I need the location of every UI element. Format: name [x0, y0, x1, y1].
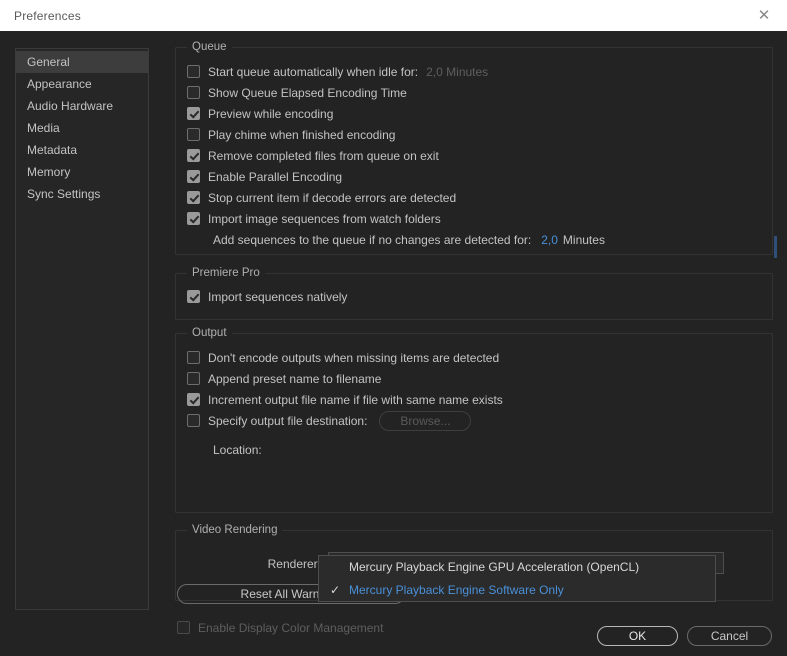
dropdown-option-gpu-acceleration[interactable]: Mercury Playback Engine GPU Acceleration…: [319, 556, 715, 579]
video-rendering-group-label: Video Rendering: [187, 524, 283, 536]
idle-minutes-value[interactable]: 2,0 Minutes: [426, 65, 488, 79]
browse-button[interactable]: Browse...: [379, 410, 472, 431]
window-title: Preferences: [14, 8, 81, 23]
checkbox-label: Preview while encoding: [208, 106, 334, 121]
checkbox-icon[interactable]: [187, 107, 200, 120]
checkbox-label: Increment output file name if file with …: [208, 392, 503, 407]
checkbox-icon[interactable]: [187, 351, 200, 364]
checkbox-label: Enable Parallel Encoding: [208, 169, 343, 184]
checkbox-icon[interactable]: [187, 65, 200, 78]
sidebar-item-label: Sync Settings: [27, 187, 101, 201]
sidebar-item-memory[interactable]: Memory: [16, 161, 148, 183]
checkbox-row-preview-while-encoding[interactable]: Preview while encoding: [187, 103, 605, 124]
premiere-pro-group: Premiere Pro Import sequences natively: [175, 267, 773, 320]
checkbox-icon[interactable]: [187, 393, 200, 406]
checkbox-label: Import image sequences from watch folder…: [208, 211, 441, 226]
renderer-dropdown-menu[interactable]: Mercury Playback Engine GPU Acceleration…: [318, 555, 716, 602]
checkbox-label: Enable Display Color Management: [198, 620, 384, 635]
idle-minutes-unit: Minutes: [446, 64, 489, 79]
checkbox-row-enable-display-color-management[interactable]: Enable Display Color Management: [177, 617, 383, 638]
checkbox-label: Don't encode outputs when missing items …: [208, 350, 500, 365]
sidebar-item-metadata[interactable]: Metadata: [16, 139, 148, 161]
add-sequences-delay-label: Add sequences to the queue if no changes…: [213, 232, 532, 247]
checkbox-icon[interactable]: [187, 290, 200, 303]
renderer-label: Renderer:: [267, 557, 321, 571]
idle-minutes-number: 2,0: [426, 64, 443, 79]
checkbox-label: Append preset name to filename: [208, 371, 382, 386]
premiere-pro-group-label: Premiere Pro: [187, 267, 265, 279]
location-row: Location:: [187, 439, 503, 460]
sidebar-item-label: Appearance: [27, 77, 92, 91]
output-group: Output Don't encode outputs when missing…: [175, 327, 773, 513]
output-group-label: Output: [187, 327, 232, 339]
checkbox-row-play-chime[interactable]: Play chime when finished encoding: [187, 124, 605, 145]
checkbox-label: Import sequences natively: [208, 289, 348, 304]
checkbox-icon[interactable]: [187, 372, 200, 385]
checkbox-row-stop-on-decode-errors[interactable]: Stop current item if decode errors are d…: [187, 187, 605, 208]
cancel-button[interactable]: Cancel: [687, 626, 772, 646]
checkbox-row-dont-encode-missing-items[interactable]: Don't encode outputs when missing items …: [187, 347, 503, 368]
checkbox-label: Show Queue Elapsed Encoding Time: [208, 85, 407, 100]
checkbox-row-append-preset-name[interactable]: Append preset name to filename: [187, 368, 503, 389]
sidebar-item-general[interactable]: General: [16, 51, 148, 73]
sidebar-item-sync-settings[interactable]: Sync Settings: [16, 183, 148, 205]
add-sequences-delay-value[interactable]: 2,0: [541, 233, 558, 247]
preferences-category-list[interactable]: General Appearance Audio Hardware Media …: [15, 48, 149, 610]
close-icon[interactable]: ✕: [741, 0, 787, 31]
checkbox-row-start-queue-automatically[interactable]: Start queue automatically when idle for:…: [187, 61, 605, 82]
location-label: Location:: [213, 442, 262, 457]
preferences-content: Queue Start queue automatically when idl…: [166, 41, 777, 635]
checkbox-row-import-image-sequences[interactable]: Import image sequences from watch folder…: [187, 208, 605, 229]
dropdown-option-software-only[interactable]: ✓ Mercury Playback Engine Software Only: [319, 579, 715, 602]
checkbox-label: Start queue automatically when idle for:: [208, 64, 419, 79]
checkbox-label: Stop current item if decode errors are d…: [208, 190, 457, 205]
checkbox-icon[interactable]: [187, 149, 200, 162]
checkbox-row-show-elapsed-time[interactable]: Show Queue Elapsed Encoding Time: [187, 82, 605, 103]
sidebar-item-label: Memory: [27, 165, 71, 179]
check-icon: ✓: [330, 583, 341, 597]
checkbox-icon[interactable]: [187, 191, 200, 204]
sidebar-item-appearance[interactable]: Appearance: [16, 73, 148, 95]
sidebar-item-label: Media: [27, 121, 60, 135]
checkbox-icon[interactable]: [187, 170, 200, 183]
dropdown-option-label: Mercury Playback Engine GPU Acceleration…: [349, 560, 640, 574]
checkbox-label: Remove completed files from queue on exi…: [208, 148, 439, 163]
checkbox-icon[interactable]: [177, 621, 190, 634]
queue-group-label: Queue: [187, 41, 232, 53]
queue-group: Queue Start queue automatically when idl…: [175, 41, 773, 255]
checkbox-icon[interactable]: [187, 212, 200, 225]
sidebar-item-media[interactable]: Media: [16, 117, 148, 139]
dropdown-option-label: Mercury Playback Engine Software Only: [349, 583, 564, 597]
checkbox-label: Specify output file destination:: [208, 413, 368, 428]
checkbox-icon[interactable]: [187, 86, 200, 99]
sidebar-item-label: Metadata: [27, 143, 78, 157]
checkbox-icon[interactable]: [187, 128, 200, 141]
ok-button[interactable]: OK: [597, 626, 678, 646]
title-bar: Preferences ✕: [0, 0, 787, 31]
checkbox-row-remove-completed-files[interactable]: Remove completed files from queue on exi…: [187, 145, 605, 166]
checkbox-label: Play chime when finished encoding: [208, 127, 396, 142]
checkbox-row-enable-parallel-encoding[interactable]: Enable Parallel Encoding: [187, 166, 605, 187]
sidebar-item-audio-hardware[interactable]: Audio Hardware: [16, 95, 148, 117]
checkbox-icon[interactable]: [187, 414, 200, 427]
sidebar-item-label: General: [27, 55, 70, 69]
preferences-dialog: General Appearance Audio Hardware Media …: [0, 31, 787, 656]
sidebar-item-label: Audio Hardware: [27, 99, 114, 113]
checkbox-row-increment-output-file-name[interactable]: Increment output file name if file with …: [187, 389, 503, 410]
add-sequences-delay-row: Add sequences to the queue if no changes…: [187, 229, 605, 250]
checkbox-row-import-sequences-natively[interactable]: Import sequences natively: [187, 286, 347, 307]
add-sequences-delay-unit: Minutes: [562, 232, 605, 247]
checkbox-row-specify-output-destination[interactable]: Specify output file destination: Browse.…: [187, 410, 503, 431]
scrollbar-thumb[interactable]: [774, 236, 777, 258]
